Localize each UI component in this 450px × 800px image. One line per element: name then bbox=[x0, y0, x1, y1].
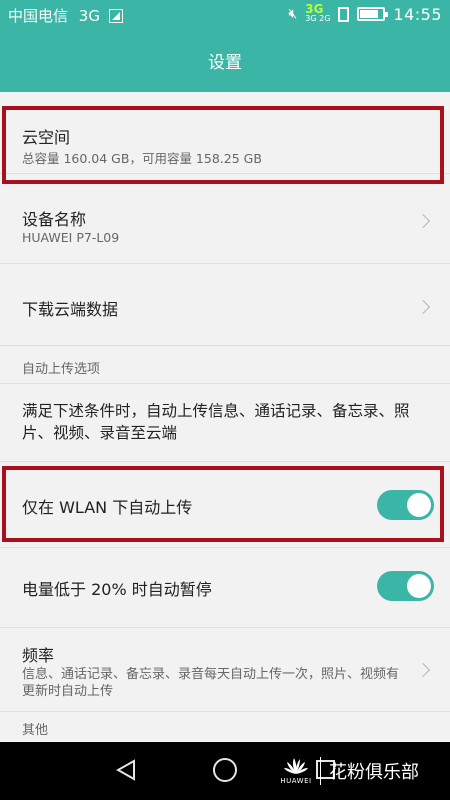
chevron-right-icon bbox=[415, 662, 431, 678]
wlan-only-row[interactable]: 仅在 WLAN 下自动上传 bbox=[0, 462, 450, 548]
toggle-knob bbox=[407, 493, 431, 517]
frequency-row[interactable]: 频率 信息、通话记录、备忘录、录音每天自动上传一次，照片、视频有更新时自动上传 bbox=[0, 628, 450, 712]
network-type: 3G bbox=[78, 7, 100, 25]
device-name-title: 设备名称 bbox=[22, 210, 87, 229]
wlan-only-title: 仅在 WLAN 下自动上传 bbox=[22, 498, 193, 517]
chevron-right-icon bbox=[415, 299, 431, 315]
carrier-name: 中国电信 bbox=[8, 7, 69, 25]
watermark-divider bbox=[320, 757, 321, 785]
download-cloud-title: 下载云端数据 bbox=[22, 300, 119, 319]
cloud-space-capacity: 总容量 160.04 GB，可用容量 158.25 GB bbox=[22, 151, 262, 166]
signal-icon bbox=[108, 9, 123, 23]
section-label: 自动上传选项 bbox=[22, 362, 101, 377]
toggle-knob bbox=[407, 574, 431, 598]
frequency-description: 信息、通话记录、备忘录、录音每天自动上传一次，照片、视频有更新时自动上传 bbox=[22, 667, 400, 699]
frequency-title: 频率 bbox=[22, 646, 55, 665]
low-battery-row[interactable]: 电量低于 20% 时自动暂停 bbox=[0, 548, 450, 628]
watermark-text: 花粉俱乐部 bbox=[329, 762, 419, 783]
clock: 14:55 bbox=[393, 4, 442, 24]
status-right: 🔇︎ 3G 3G 2G 14:55 bbox=[288, 2, 442, 24]
device-name-value: HUAWEI P7-L09 bbox=[22, 230, 120, 245]
app-header: 中国电信 3G 🔇︎ 3G 3G 2G 14:55 设置 bbox=[0, 0, 450, 92]
huawei-logo-icon: HUAWEI bbox=[278, 757, 314, 785]
navigation-bar: HUAWEI 花粉俱乐部 bbox=[0, 742, 450, 800]
low-battery-title: 电量低于 20% 时自动暂停 bbox=[22, 580, 212, 599]
cloud-space-row[interactable]: 云空间 总容量 160.04 GB，可用容量 158.25 GB bbox=[0, 92, 450, 174]
auto-upload-description-text: 满足下述条件时，自动上传信息、通话记录、备忘录、照片、视频、录音至云端 bbox=[22, 402, 410, 442]
auto-upload-description: 满足下述条件时，自动上传信息、通话记录、备忘录、照片、视频、录音至云端 bbox=[0, 384, 450, 462]
settings-list[interactable]: 云空间 总容量 160.04 GB，可用容量 158.25 GB 设备名称 HU… bbox=[0, 92, 450, 742]
auto-upload-section-header: 自动上传选项 bbox=[0, 346, 450, 384]
battery-icon bbox=[357, 7, 389, 21]
status-left: 中国电信 3G bbox=[8, 5, 123, 26]
page-title: 设置 bbox=[208, 53, 242, 73]
back-icon[interactable] bbox=[116, 759, 136, 781]
watermark: HUAWEI 花粉俱乐部 bbox=[278, 751, 419, 791]
low-battery-toggle[interactable] bbox=[377, 571, 434, 601]
brand-name: HUAWEI bbox=[280, 777, 312, 785]
other-section-header: 其他 bbox=[0, 712, 450, 742]
network-3g-icon: 3G 3G 2G bbox=[305, 2, 331, 23]
chevron-right-icon bbox=[415, 213, 431, 229]
device-name-row[interactable]: 设备名称 HUAWEI P7-L09 bbox=[0, 174, 450, 264]
section-label: 其他 bbox=[22, 723, 49, 738]
download-cloud-row[interactable]: 下载云端数据 bbox=[0, 264, 450, 346]
wlan-only-toggle[interactable] bbox=[377, 490, 434, 520]
mute-icon: 🔇︎ bbox=[288, 6, 298, 22]
cloud-space-title: 云空间 bbox=[22, 128, 71, 147]
home-icon[interactable] bbox=[213, 758, 237, 782]
sim-icon bbox=[338, 6, 350, 22]
status-bar: 中国电信 3G 🔇︎ 3G 3G 2G 14:55 bbox=[0, 0, 450, 30]
